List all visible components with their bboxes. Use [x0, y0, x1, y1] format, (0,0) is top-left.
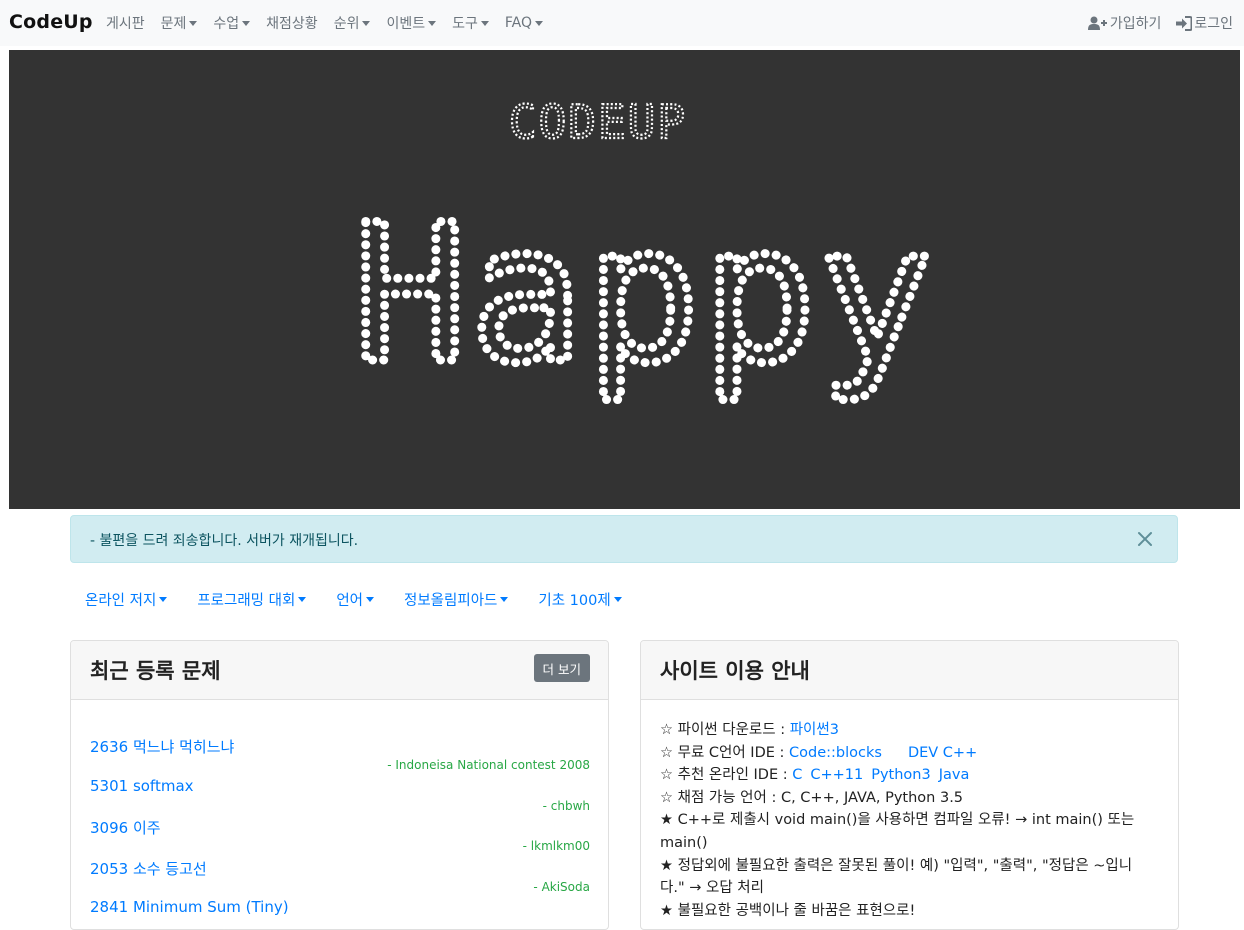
guide-text: ☆ 무료 C언어 IDE : [660, 744, 790, 761]
nav-label: 이벤트 [386, 16, 426, 32]
card-header: 최근 등록 문제 더 보기 [71, 641, 608, 700]
banner-main-text: Happy [353, 184, 935, 405]
signup-label: 가입하기 [1109, 16, 1162, 32]
problem-link[interactable]: 2053 소수 등고선 [90, 858, 207, 879]
problem-link[interactable]: 2841 Minimum Sum (Tiny) [90, 898, 289, 916]
caret-down-icon [428, 20, 437, 26]
user-plus-icon [1087, 16, 1107, 30]
caret-down-icon [535, 20, 543, 26]
problem-source: - AkiSoda [533, 879, 590, 894]
nav-item-board[interactable]: 게시판 [106, 13, 145, 33]
nav-item-tools[interactable]: 도구 [452, 13, 489, 33]
category-label: 프로그래밍 대회 [197, 593, 296, 609]
close-icon[interactable] [1135, 529, 1155, 549]
list-item: 2053 소수 등고선 - AkiSoda [90, 858, 590, 899]
nav-label: 수업 [213, 16, 240, 32]
python-download-link[interactable]: 파이썬3 [790, 722, 839, 738]
nav-item-faq[interactable]: FAQ [505, 15, 543, 31]
category-label: 기초 100제 [538, 593, 611, 609]
category-language[interactable]: 언어 [336, 589, 374, 610]
category-menu: 온라인 저지 프로그래밍 대회 언어 정보올림피아드 기초 100제 [85, 589, 652, 610]
caret-down-icon [242, 20, 251, 26]
banner-graphic: CODEUP Happy [349, 94, 938, 410]
guide-line-online-ide: ☆ 추천 온라인 IDE : C C++11 Python3 Java [660, 764, 1150, 787]
online-cpp11-link[interactable]: C++11 [810, 767, 863, 783]
guide-line-languages: ☆ 채점 가능 언어 : C, C++, JAVA, Python 3.5 [660, 789, 964, 806]
guide-line-partial-note: ★ 불필요한 공백이나 줄 바꿈은 표현으로! [660, 902, 916, 919]
online-c-link[interactable]: C [792, 767, 802, 783]
category-olympiad[interactable]: 정보올림피아드 [404, 589, 509, 610]
more-button[interactable]: 더 보기 [533, 654, 590, 682]
alert-message: - 불편을 드려 죄송합니다. 서버가 재개됩니다. [90, 533, 359, 549]
codeblocks-link[interactable]: Code::blocks [789, 745, 882, 761]
card-title: 사이트 이용 안내 [660, 659, 810, 683]
nav-item-problems[interactable]: 문제 [161, 13, 198, 33]
category-label: 정보올림피아드 [404, 593, 498, 609]
category-label: 언어 [336, 593, 363, 609]
devcpp-link[interactable]: DEV C++ [908, 745, 977, 761]
login-label: 로그인 [1194, 16, 1233, 32]
nav-item-events[interactable]: 이벤트 [386, 13, 437, 33]
online-java-link[interactable]: Java [939, 767, 970, 783]
sign-in-icon [1176, 15, 1193, 31]
guide-line-cpp-note: ★ C++로 제출시 void main()을 사용하면 컴파일 오류! → i… [660, 812, 1135, 851]
problem-source: - chbwh [542, 798, 590, 813]
site-guide-card: 사이트 이용 안내 ☆ 파이썬 다운로드 : 파이썬3 ☆ 무료 C언어 IDE… [640, 640, 1179, 930]
list-item: 2841 Minimum Sum (Tiny) [90, 898, 590, 929]
list-item: 2636 먹느냐 먹히느냐 - Indoneisa National conte… [90, 736, 590, 777]
nav-label: 게시판 [106, 16, 145, 32]
nav-label: 문제 [160, 16, 187, 32]
caret-down-icon [366, 597, 374, 602]
list-item: 5301 softmax - chbwh [90, 777, 590, 818]
guide-text: ☆ 추천 온라인 IDE : [660, 767, 793, 784]
caret-down-icon [362, 20, 371, 26]
problem-source: - lkmlkm00 [522, 839, 590, 853]
guide-line-ide: ☆ 무료 C언어 IDE : Code::blocks DEV C++ [660, 742, 1150, 765]
top-navbar: CodeUp 게시판 문제 수업 채점상황 순위 이벤트 도구 FAQ 가입하기… [0, 0, 1244, 46]
caret-down-icon [480, 20, 489, 26]
problem-list: 2636 먹느냐 먹히느냐 - Indoneisa National conte… [90, 736, 590, 929]
nav-label: FAQ [504, 15, 532, 31]
online-python3-link[interactable]: Python3 [871, 767, 931, 783]
nav-item-status[interactable]: 채점상황 [266, 13, 318, 33]
category-contest[interactable]: 프로그래밍 대회 [197, 589, 307, 610]
caret-down-icon [613, 597, 622, 602]
brand-logo[interactable]: CodeUp [9, 11, 93, 33]
signup-link[interactable]: 가입하기 [1087, 13, 1162, 33]
category-label: 온라인 저지 [85, 593, 157, 609]
list-item: 3096 이주 - lkmlkm00 [90, 817, 590, 858]
nav-account: 가입하기 로그인 [1073, 0, 1233, 46]
caret-down-icon [298, 597, 307, 602]
hero-banner: CODEUP Happy [9, 50, 1240, 509]
caret-down-icon [159, 597, 168, 602]
nav-label: 도구 [452, 16, 478, 32]
nav-label: 채점상황 [266, 16, 318, 32]
problem-link[interactable]: 3096 이주 [90, 817, 161, 838]
category-basic-100[interactable]: 기초 100제 [538, 589, 622, 610]
recent-problems-card: 최근 등록 문제 더 보기 2636 먹느냐 먹히느냐 - Indoneisa … [70, 640, 609, 930]
problem-link[interactable]: 5301 softmax [90, 777, 194, 795]
problem-source: - Indoneisa National contest 2008 [387, 758, 590, 772]
guide-line-python: ☆ 파이썬 다운로드 : 파이썬3 [660, 719, 1150, 742]
guide-body: ☆ 파이썬 다운로드 : 파이썬3 ☆ 무료 C언어 IDE : Code::b… [660, 719, 1150, 922]
info-alert: - 불편을 드려 죄송합니다. 서버가 재개됩니다. [70, 515, 1178, 563]
nav-label: 순위 [333, 16, 360, 32]
banner-top-text: CODEUP [509, 95, 687, 149]
problem-link[interactable]: 2636 먹느냐 먹히느냐 [90, 736, 234, 757]
caret-down-icon [189, 20, 198, 26]
main-nav: 게시판 문제 수업 채점상황 순위 이벤트 도구 FAQ [106, 0, 559, 46]
nav-item-classes[interactable]: 수업 [213, 13, 251, 33]
card-header: 사이트 이용 안내 [641, 641, 1178, 700]
guide-line-output-note: ★ 정답외에 불필요한 출력은 잘못된 풀이! 예) "입력", "출력", "… [660, 857, 1133, 897]
guide-text: ☆ 파이썬 다운로드 : [660, 722, 790, 738]
caret-down-icon [500, 597, 509, 602]
card-title: 최근 등록 문제 [90, 659, 221, 683]
nav-item-ranking[interactable]: 순위 [334, 13, 371, 33]
login-link[interactable]: 로그인 [1176, 13, 1233, 33]
category-online-judge[interactable]: 온라인 저지 [85, 589, 168, 610]
